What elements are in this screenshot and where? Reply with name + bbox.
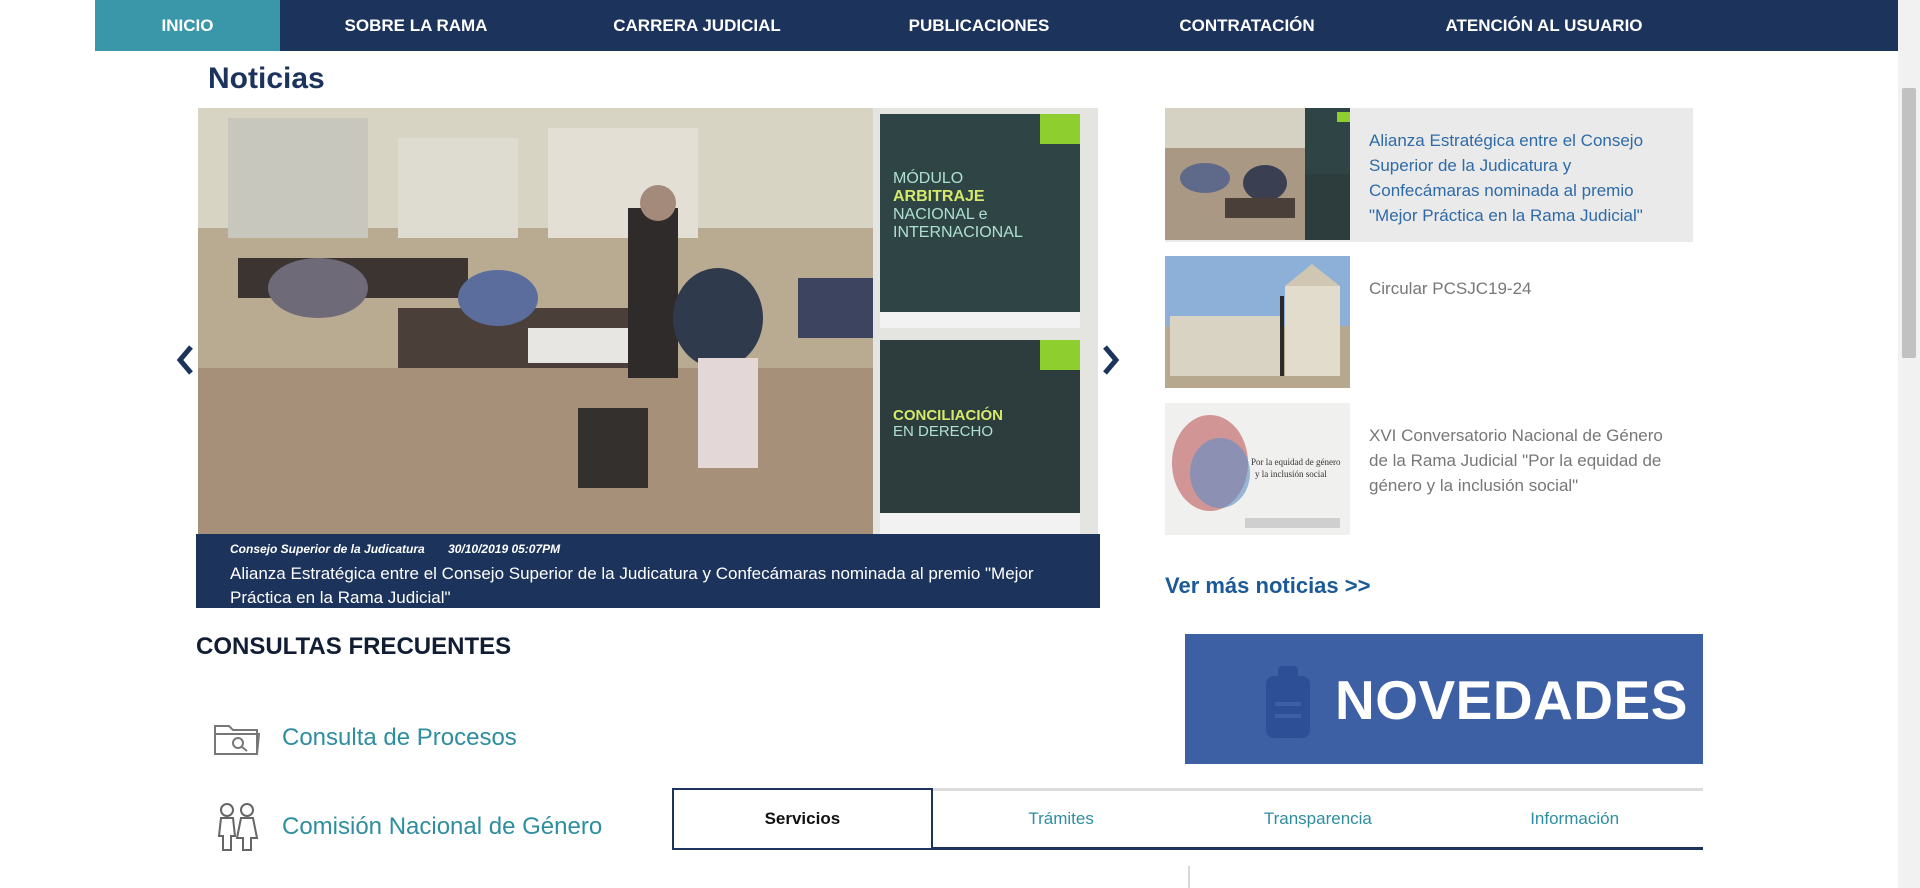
svg-text:Por la equidad de género: Por la equidad de género xyxy=(1251,457,1341,467)
news-thumbnail xyxy=(1165,256,1350,388)
news-list: Alianza Estratégica entre el Consejo Sup… xyxy=(1165,108,1693,550)
news-list-item[interactable]: Por la equidad de género y la inclusión … xyxy=(1165,403,1693,536)
clipboard-icon xyxy=(1266,666,1310,738)
caption-headline[interactable]: Alianza Estratégica entre el Consejo Sup… xyxy=(230,562,1070,610)
nav-item-contratacion[interactable]: CONTRATACIÓN xyxy=(1116,0,1378,51)
news-thumbnail xyxy=(1165,108,1350,240)
nav-item-publicaciones[interactable]: PUBLICACIONES xyxy=(842,0,1116,51)
caption-meta: Consejo Superior de la Judicatura 30/10/… xyxy=(230,542,580,556)
svg-text:CONCILIACIÓN: CONCILIACIÓN xyxy=(893,406,1003,424)
news-list-item[interactable]: Circular PCSJC19-24 xyxy=(1165,256,1693,389)
tab-servicios[interactable]: Servicios xyxy=(672,788,933,848)
carousel-next-button[interactable] xyxy=(1096,340,1126,380)
svg-text:ARBITRAJE: ARBITRAJE xyxy=(893,188,985,205)
novedades-banner[interactable]: NOVEDADES xyxy=(1185,634,1703,764)
divider xyxy=(1188,866,1190,888)
consulta-procesos-label[interactable]: Consulta de Procesos xyxy=(282,724,517,752)
svg-text:NACIONAL e: NACIONAL e xyxy=(893,206,988,223)
caption-source: Consejo Superior de la Judicatura xyxy=(230,542,425,556)
consulta-procesos-link[interactable]: Consulta de Procesos xyxy=(213,718,517,758)
svg-text:y la inclusión social: y la inclusión social xyxy=(1255,469,1327,479)
more-news-link[interactable]: Ver más noticias >> xyxy=(1165,573,1370,599)
svg-text:INTERNACIONAL: INTERNACIONAL xyxy=(893,224,1023,241)
page: INICIO SOBRE LA RAMA CARRERA JUDICIAL PU… xyxy=(0,0,1898,888)
nav-item-inicio[interactable]: INICIO xyxy=(95,0,280,51)
caption-date: 30/10/2019 05:07PM xyxy=(448,542,561,556)
carousel-caption[interactable]: Consejo Superior de la Judicatura 30/10/… xyxy=(196,534,1100,608)
chevron-right-icon xyxy=(1103,345,1120,375)
nav-item-atencion-al-usuario[interactable]: ATENCIÓN AL USUARIO xyxy=(1378,0,1710,51)
tab-transparencia[interactable]: Transparencia xyxy=(1190,791,1447,847)
comision-genero-label[interactable]: Comisión Nacional de Género xyxy=(282,813,602,841)
news-carousel: MÓDULO ARBITRAJE NACIONAL e INTERNACIONA… xyxy=(196,108,1100,608)
chevron-left-icon xyxy=(176,345,193,375)
tab-tramites[interactable]: Trámites xyxy=(933,791,1190,847)
comision-genero-link[interactable]: Comisión Nacional de Género xyxy=(213,802,602,852)
news-section-title: Noticias xyxy=(208,62,325,95)
main-nav: INICIO SOBRE LA RAMA CARRERA JUDICIAL PU… xyxy=(95,0,1898,51)
news-list-title[interactable]: Alianza Estratégica entre el Consejo Sup… xyxy=(1369,128,1679,228)
services-tabs: Servicios Trámites Transparencia Informa… xyxy=(672,788,1703,850)
novedades-label: NOVEDADES xyxy=(1335,669,1688,731)
consultas-title: CONSULTAS FRECUENTES xyxy=(196,633,512,660)
carousel-slide-image[interactable]: MÓDULO ARBITRAJE NACIONAL e INTERNACIONA… xyxy=(198,108,1098,534)
news-list-title[interactable]: XVI Conversatorio Nacional de Género de … xyxy=(1369,423,1679,498)
nav-item-sobre-la-rama[interactable]: SOBRE LA RAMA xyxy=(280,0,552,51)
news-thumbnail: Por la equidad de género y la inclusión … xyxy=(1165,403,1350,535)
svg-text:MÓDULO: MÓDULO xyxy=(893,168,963,187)
svg-text:EN DERECHO: EN DERECHO xyxy=(893,423,993,440)
folder-search-icon xyxy=(214,725,261,755)
tab-informacion[interactable]: Información xyxy=(1446,791,1703,847)
vertical-scrollbar[interactable] xyxy=(1898,0,1920,888)
news-list-title[interactable]: Circular PCSJC19-24 xyxy=(1369,276,1679,301)
news-list-item[interactable]: Alianza Estratégica entre el Consejo Sup… xyxy=(1165,108,1693,242)
gender-people-icon xyxy=(217,803,259,851)
nav-item-carrera-judicial[interactable]: CARRERA JUDICIAL xyxy=(552,0,842,51)
scrollbar-thumb[interactable] xyxy=(1902,88,1916,358)
